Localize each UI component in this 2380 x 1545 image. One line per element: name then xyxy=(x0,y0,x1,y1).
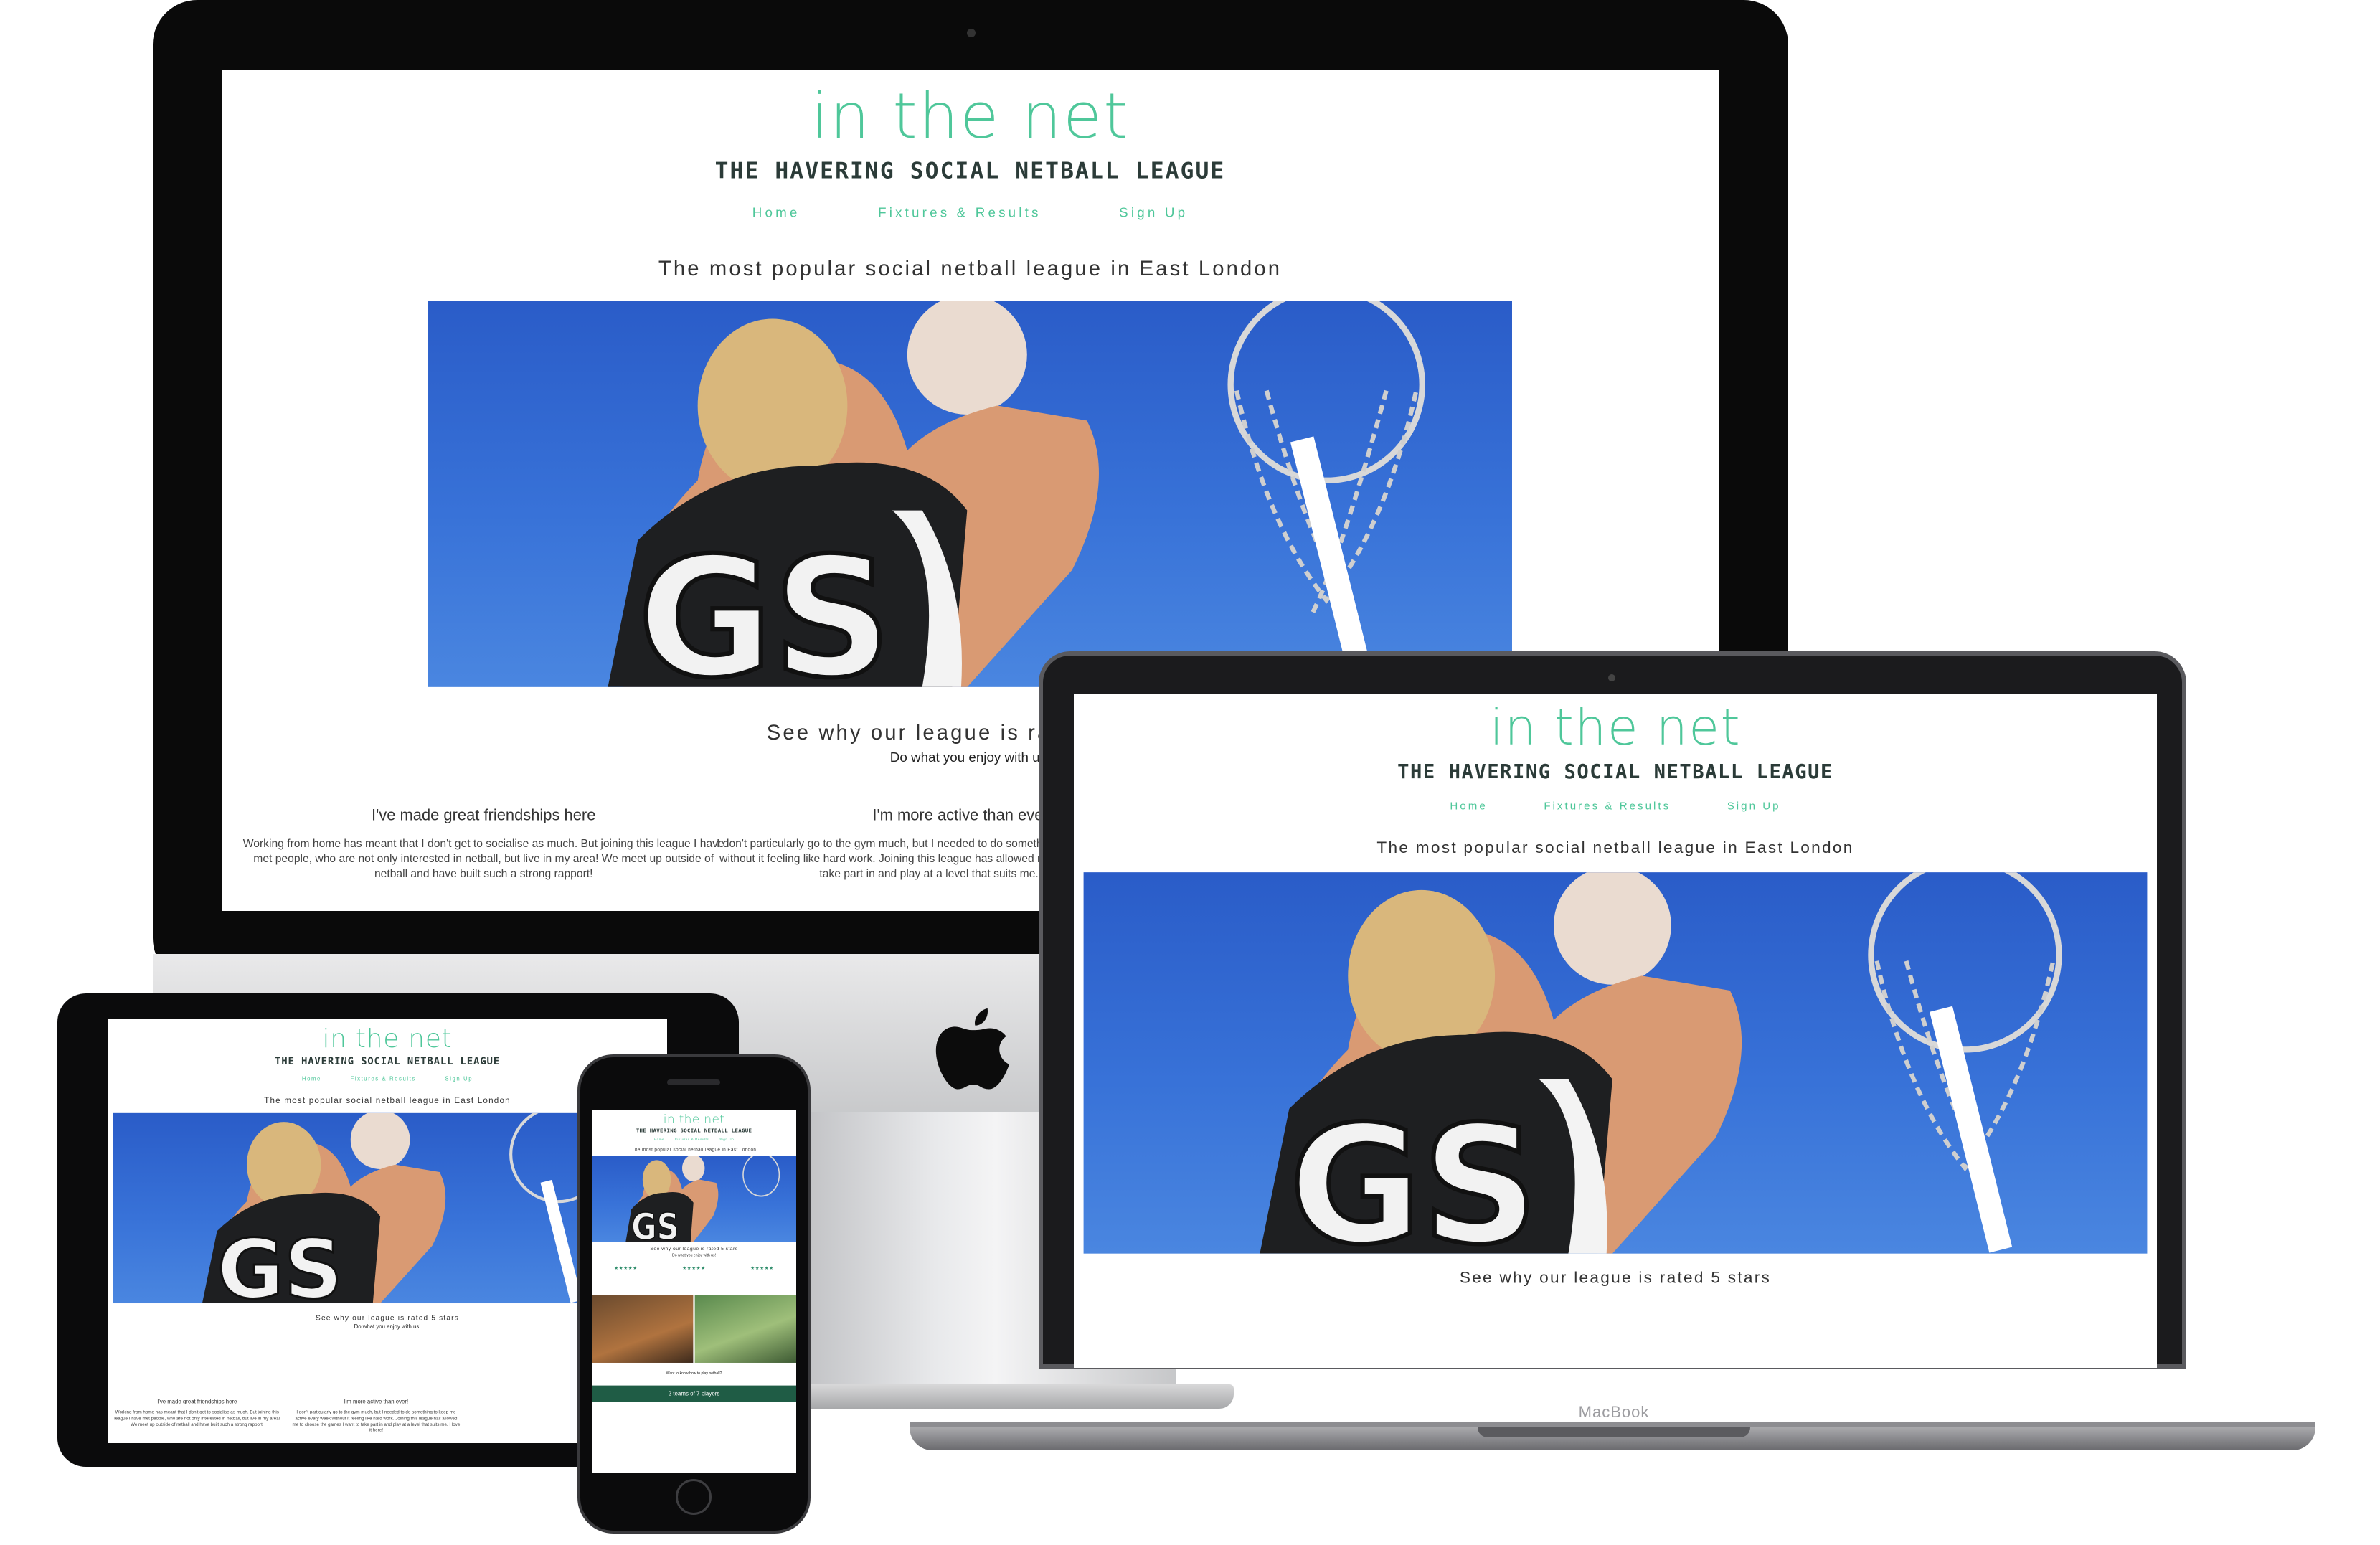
iphone-screen: in the net THE HAVERING SOCIAL NETBALL L… xyxy=(592,1110,796,1473)
league-title: THE HAVERING SOCIAL NETBALL LEAGUE xyxy=(275,1055,500,1067)
testimonial-stars-row: ★★★★★ ★★★★★ ★★★★★ xyxy=(592,1265,796,1270)
site-logo[interactable]: in the net xyxy=(1074,702,2157,752)
nav-fixtures-results[interactable]: Fixtures & Results xyxy=(878,205,1042,220)
testimonial-title: I've made great friendships here xyxy=(372,806,596,825)
iphone-speaker xyxy=(667,1079,720,1085)
main-nav: Home Fixtures & Results Sign Up xyxy=(592,1138,796,1141)
imac-camera xyxy=(967,29,976,37)
macbook-camera xyxy=(1608,674,1615,681)
iphone-home-button[interactable] xyxy=(676,1479,712,1515)
apple-logo-icon xyxy=(932,1001,1011,1094)
svg-text:GS: GS xyxy=(217,1222,343,1303)
star-rating: ★★★★★ xyxy=(682,1265,706,1271)
svg-text:GS: GS xyxy=(631,1206,679,1242)
league-title: THE HAVERING SOCIAL NETBALL LEAGUE xyxy=(714,157,1226,184)
testimonial-title: I'm more active than ever! xyxy=(344,1399,409,1405)
cta-banner[interactable]: 2 teams of 7 players xyxy=(592,1385,796,1402)
tagline: The most popular social netball league i… xyxy=(631,1146,757,1152)
gallery-row xyxy=(592,1295,796,1363)
gallery-photo-team xyxy=(592,1295,694,1363)
nav-home[interactable]: Home xyxy=(752,205,801,220)
cta-text: 2 teams of 7 players xyxy=(668,1390,720,1397)
nav-home[interactable]: Home xyxy=(302,1076,321,1082)
nav-fixtures-results[interactable]: Fixtures & Results xyxy=(675,1138,709,1141)
hero-image: GS xyxy=(113,1112,651,1304)
site-logo[interactable]: in the net xyxy=(592,1113,796,1125)
nav-home[interactable]: Home xyxy=(654,1138,664,1141)
macbook-notch xyxy=(1478,1427,1750,1437)
hero-image: GS xyxy=(592,1156,796,1242)
testimonial-body: Working from home has meant that I don't… xyxy=(242,836,724,881)
stars-title: See why our league is rated 5 stars xyxy=(1459,1268,1772,1288)
nav-sign-up[interactable]: Sign Up xyxy=(1727,800,1781,813)
gallery-photo-match xyxy=(694,1295,796,1363)
testimonial-body: I don't particularly go to the gym much,… xyxy=(292,1409,461,1433)
nav-sign-up[interactable]: Sign Up xyxy=(1119,205,1188,220)
stars-title: See why our league is rated 5 stars xyxy=(650,1246,738,1252)
macbook-label: MacBook xyxy=(1578,1403,1650,1421)
testimonial-body: Working from home has meant that I don't… xyxy=(114,1409,280,1427)
testimonial-title: I've made great friendships here xyxy=(157,1399,237,1405)
tagline: The most popular social netball league i… xyxy=(658,255,1283,280)
site-logo[interactable]: in the net xyxy=(222,85,1719,148)
site-logo[interactable]: in the net xyxy=(108,1025,667,1051)
netball-player-photo: GS xyxy=(625,1156,780,1242)
website: in the net THE HAVERING SOCIAL NETBALL L… xyxy=(1074,694,2157,1368)
league-title: THE HAVERING SOCIAL NETBALL LEAGUE xyxy=(636,1127,752,1134)
hero-image: GS xyxy=(1083,872,2148,1254)
testimonial-friendships: I've made great friendships here Working… xyxy=(237,807,731,882)
svg-text:GS: GS xyxy=(638,523,892,687)
website: in the net THE HAVERING SOCIAL NETBALL L… xyxy=(592,1110,796,1473)
star-rating: ★★★★★ xyxy=(614,1265,638,1271)
hero-image: GS xyxy=(428,301,1512,687)
nav-fixtures-results[interactable]: Fixtures & Results xyxy=(1544,800,1671,813)
nav-sign-up[interactable]: Sign Up xyxy=(445,1076,473,1082)
netball-player-photo: GS xyxy=(608,301,1425,687)
macbook-screen: in the net THE HAVERING SOCIAL NETBALL L… xyxy=(1074,694,2157,1368)
star-rating: ★★★★★ xyxy=(750,1265,774,1271)
how-to-play-prompt: Want to know how to play netball? xyxy=(666,1371,722,1376)
testimonial-friendships: I've made great friendships here Working… xyxy=(113,1399,281,1427)
nav-fixtures-results[interactable]: Fixtures & Results xyxy=(351,1076,416,1082)
netball-player-photo: GS xyxy=(202,1112,608,1304)
stars-subtitle: Do what you enjoy with us! xyxy=(671,1252,717,1257)
nav-sign-up[interactable]: Sign Up xyxy=(719,1138,734,1141)
testimonial-active: I'm more active than ever! I don't parti… xyxy=(292,1399,461,1434)
netball-player-photo: GS xyxy=(1260,872,2062,1254)
svg-text:GS: GS xyxy=(1289,1092,1538,1254)
nav-home[interactable]: Home xyxy=(1450,800,1487,813)
league-title: THE HAVERING SOCIAL NETBALL LEAGUE xyxy=(1397,760,1833,784)
main-nav: Home Fixtures & Results Sign Up xyxy=(1074,800,2157,813)
main-nav: Home Fixtures & Results Sign Up xyxy=(222,205,1719,220)
tagline: The most popular social netball league i… xyxy=(1376,838,1854,858)
